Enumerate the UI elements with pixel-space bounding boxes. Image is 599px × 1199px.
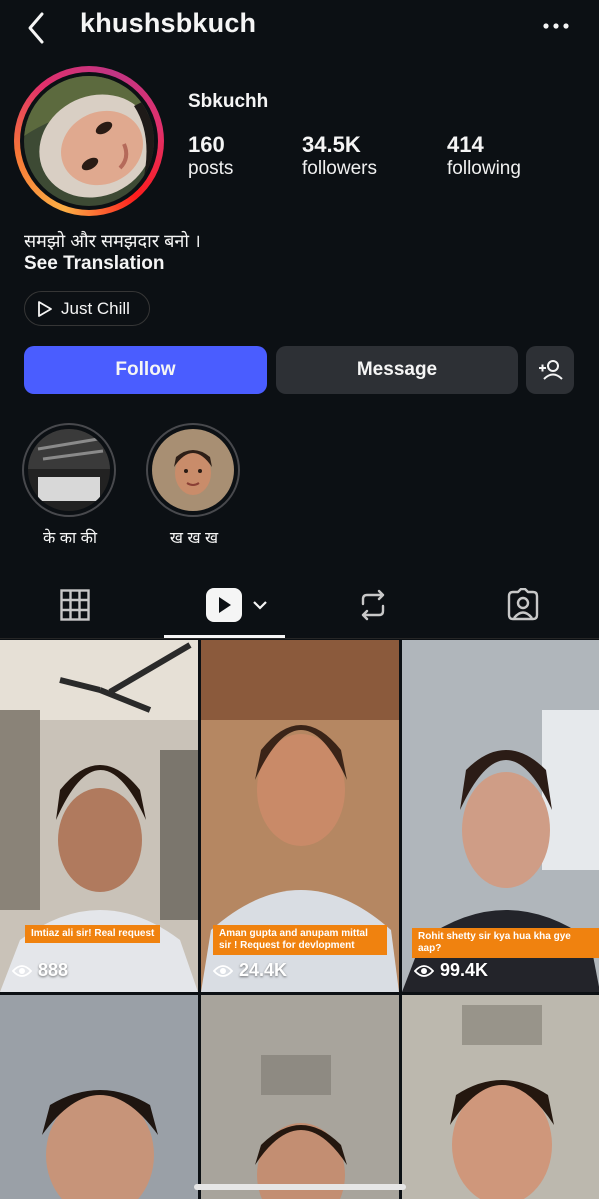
posts-label: posts [188,158,234,179]
highlight-1-label: के का की [42,530,98,547]
reel-tile[interactable]: Imtiaz ali sir! Real request 888 [0,640,198,992]
profile-username: khushsbkuch [80,8,257,38]
reel-caption: Imtiaz ali sir! Real request [25,925,161,943]
reel-views: 99.4K [414,960,488,981]
reel-tile[interactable] [402,995,599,1199]
tab-reposts[interactable] [358,588,388,627]
grid-icon [60,589,90,621]
eye-icon [12,964,32,977]
reel-tile[interactable]: Rohit shetty sir kya hua kha gye aap? 99… [402,640,599,992]
home-indicator [194,1184,406,1190]
reel-tile[interactable] [201,995,399,1199]
eye-icon [414,964,434,977]
avatar[interactable] [24,76,154,206]
follow-button[interactable]: Follow [24,346,267,394]
play-outline-icon [38,300,52,317]
eye-icon [213,964,233,977]
posts-count: 160 [188,132,225,157]
chevron-left-icon [28,12,44,44]
display-name: Sbkuchh [188,91,269,112]
reposts-icon [361,589,385,621]
following-count: 414 [447,132,484,157]
reel-view-count: 99.4K [440,960,489,980]
chevron-down-icon [253,601,267,610]
reel-caption: Rohit shetty sir kya hua kha gye aap? [412,928,599,958]
reel-view-count: 888 [38,960,69,980]
tagged-icon [507,587,539,621]
highlight-2-label: ख ख ख [169,530,219,547]
followers-count: 34.5K [302,132,361,157]
reel-caption: Aman gupta and anupam mittal sir ! Reque… [213,925,387,955]
reels-icon [206,588,242,622]
followers-stat[interactable]: 34.5K followers [302,132,377,180]
followers-label: followers [302,158,377,179]
highlight-2-thumbnail [152,429,234,511]
highlight-1-thumbnail [28,429,110,511]
add-person-icon [539,360,563,380]
reel-thumbnail [0,995,198,1199]
more-options-button[interactable] [540,14,572,38]
reel-tile[interactable]: Aman gupta and anupam mittal sir ! Reque… [201,640,399,992]
bio-text: समझो और समझदार बनो । [24,231,201,251]
highlight-1[interactable] [22,423,116,517]
tab-tagged[interactable] [506,587,540,627]
highlight-2[interactable] [146,423,240,517]
posts-stat[interactable]: 160 posts [188,132,233,180]
more-icon [543,23,569,29]
reel-thumbnail [201,995,399,1199]
reel-views: 24.4K [213,960,287,981]
reel-thumbnail [402,995,599,1199]
chip-label: Just Chill [61,298,130,318]
following-label: following [447,158,521,179]
see-translation-link[interactable]: See Translation [24,253,164,275]
reel-views: 888 [12,960,68,981]
just-chill-chip[interactable]: Just Chill [24,291,150,326]
reel-tile[interactable] [0,995,198,1199]
following-stat[interactable]: 414 following [447,132,521,180]
suggest-people-button[interactable] [526,346,574,394]
tab-grid[interactable] [60,589,90,626]
message-button[interactable]: Message [276,346,518,394]
tab-reels[interactable] [206,588,268,622]
reel-view-count: 24.4K [239,960,288,980]
back-button[interactable] [22,10,62,46]
